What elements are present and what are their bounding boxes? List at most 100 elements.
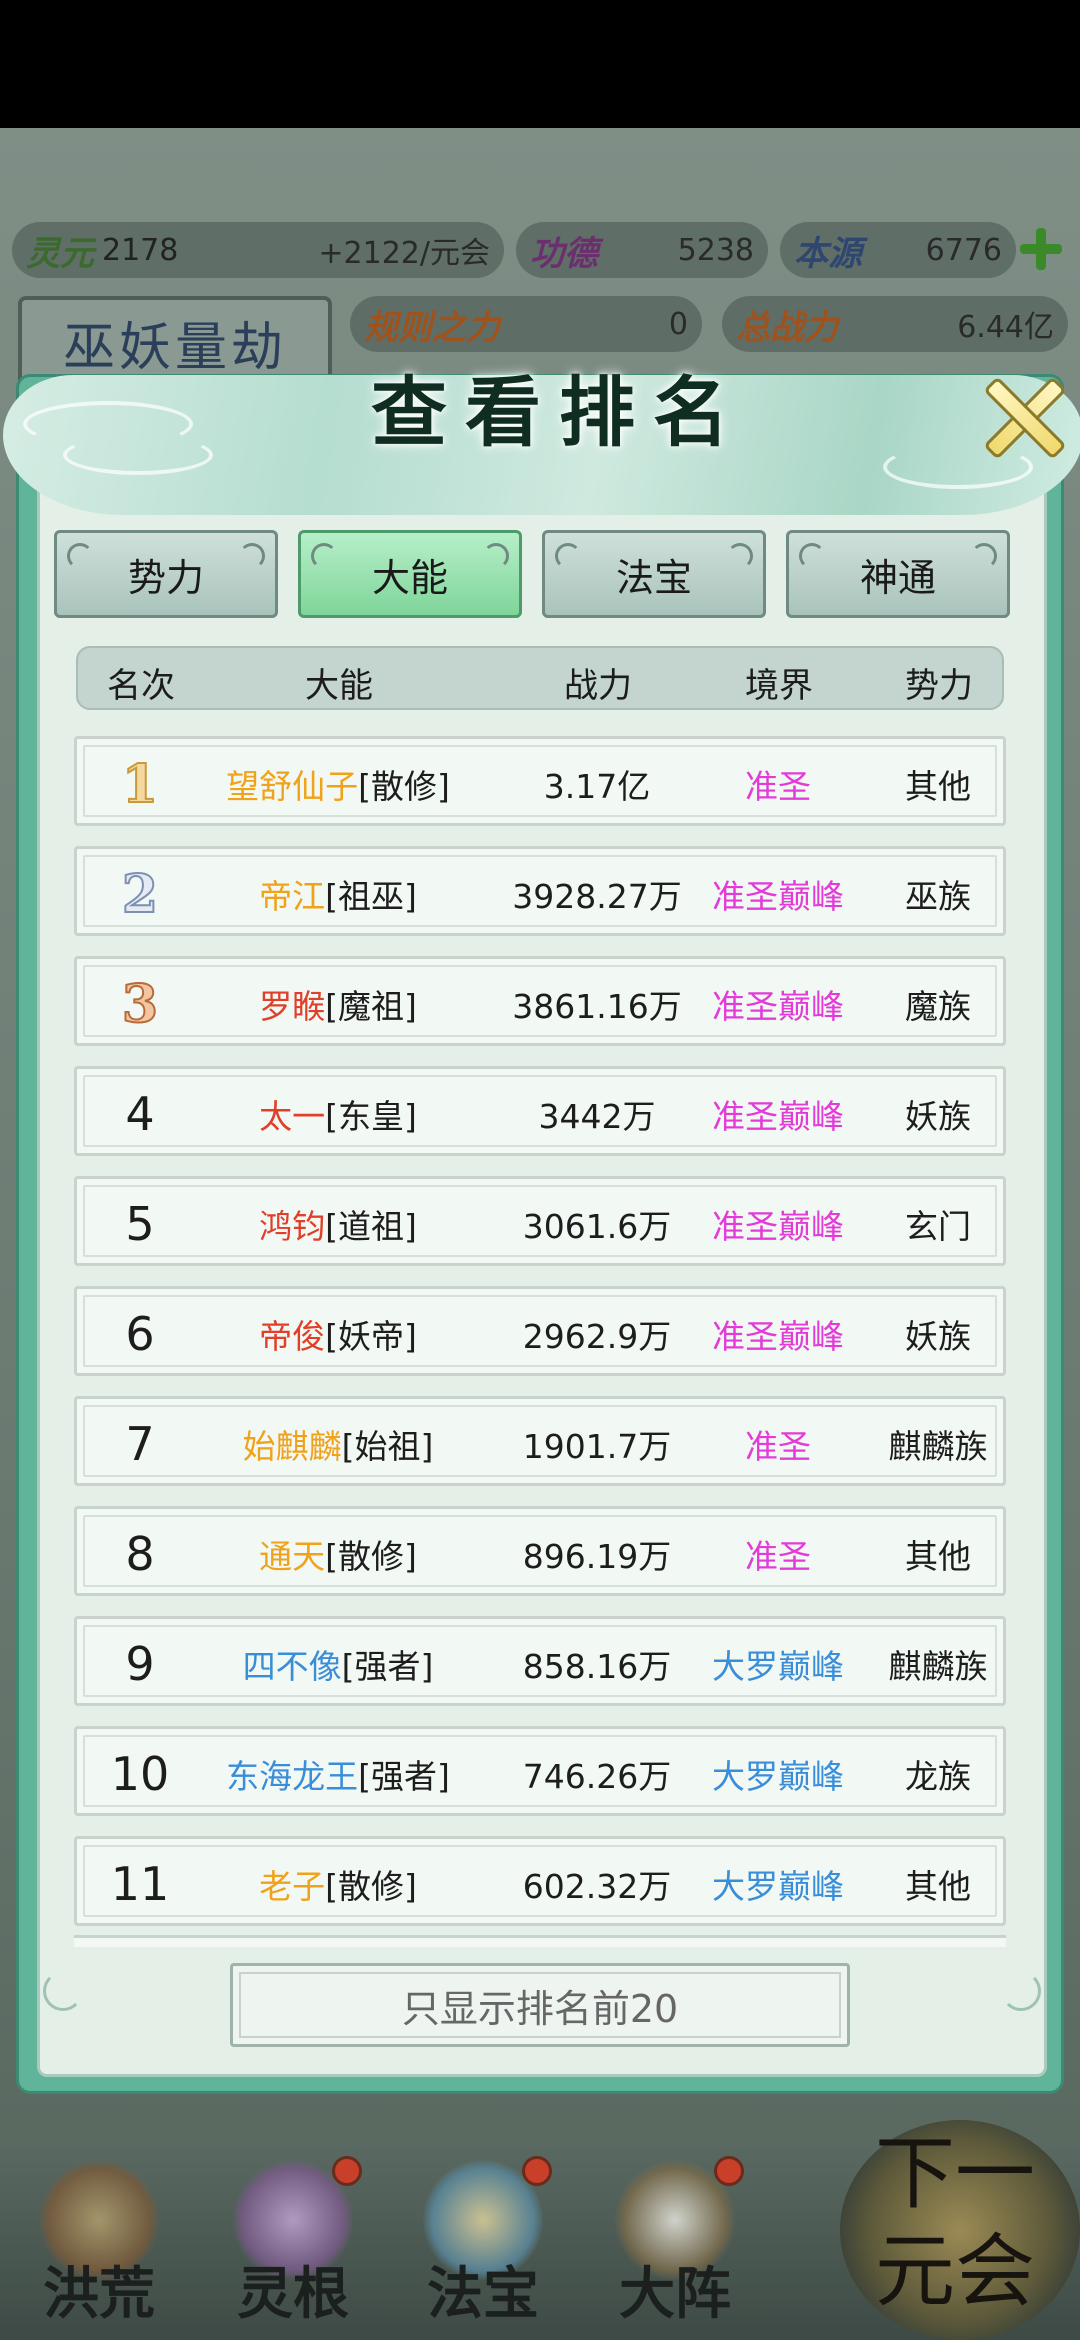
nav-honghuang[interactable]: 洪荒 [14, 2140, 184, 2340]
daneng-name: 帝俊 [259, 1317, 326, 1356]
daneng-name: 东海龙王 [226, 1757, 359, 1796]
zongzhanli-bar: 总战力 6.44亿 [722, 296, 1068, 352]
power-value: 3061.6万 [522, 1207, 672, 1246]
nav-dazhen[interactable]: 大阵 [590, 2140, 760, 2340]
table-row[interactable]: 4 太一 [东皇] 3442万 准圣巅峰 妖族 [74, 1066, 1006, 1156]
table-row[interactable]: 5 鸿钧 [道祖] 3061.6万 准圣巅峰 玄门 [74, 1176, 1006, 1266]
power-value: 896.19万 [522, 1537, 672, 1576]
nav-label: 法宝 [427, 2261, 539, 2327]
nav-fabao[interactable]: 法宝 [398, 2140, 568, 2340]
realm-value: 准圣 [745, 1427, 811, 1466]
tab-fabao[interactable]: 法宝 [542, 530, 766, 618]
add-benyuan-plus-icon[interactable] [1016, 224, 1066, 274]
zongzhanli-value: 6.44亿 [957, 310, 1054, 345]
daneng-title: [道祖] [325, 1207, 417, 1246]
guize-label: 规则之力 [364, 307, 500, 348]
faction-value: 龙族 [905, 1757, 971, 1796]
rank-number: 7 [125, 1417, 155, 1471]
nav-linggen[interactable]: 灵根 [208, 2140, 378, 2340]
power-value: 3.17亿 [543, 767, 651, 806]
realm-value: 准圣巅峰 [712, 987, 844, 1026]
ranking-tabs: 势力 大能 法宝 神通 [54, 530, 1010, 620]
realm-value: 准圣巅峰 [712, 1097, 844, 1136]
faction-value: 其他 [905, 1537, 971, 1576]
daneng-name: 通天 [259, 1537, 326, 1576]
daneng-name: 四不像 [242, 1647, 342, 1686]
daneng-name: 罗睺 [259, 987, 326, 1026]
rank-badge-silver: 2 [121, 863, 159, 926]
table-row[interactable]: 8 通天 [散修] 896.19万 准圣 其他 [74, 1506, 1006, 1596]
daneng-title: [散修] [325, 1537, 417, 1576]
daneng-title: [始祖] [341, 1427, 434, 1466]
lingyuan-value: 2178 [102, 232, 179, 268]
rank-number: 6 [125, 1307, 155, 1361]
notification-dot [332, 2156, 362, 2186]
daneng-name: 鸿钧 [259, 1207, 326, 1246]
table-row[interactable]: 9 四不像 [强者] 858.16万 大罗巅峰 麒麟族 [74, 1616, 1006, 1706]
rank-number: 5 [125, 1197, 155, 1251]
column-header-realm: 境界 [745, 666, 813, 706]
power-value: 2962.9万 [522, 1317, 672, 1356]
table-row[interactable]: 2 帝江 [祖巫] 3928.27万 准圣巅峰 巫族 [74, 846, 1006, 936]
faction-value: 玄门 [905, 1207, 971, 1246]
column-header-rank: 名次 [107, 666, 175, 706]
notification-dot [522, 2156, 552, 2186]
table-row[interactable]: 10 东海龙王 [强者] 746.26万 大罗巅峰 龙族 [74, 1726, 1006, 1816]
column-header-name: 大能 [305, 666, 373, 706]
status-bar [0, 0, 1080, 128]
faction-value: 麒麟族 [888, 1427, 988, 1466]
gongde-value: 5238 [677, 232, 754, 268]
realm-value: 大罗巅峰 [712, 1867, 844, 1906]
tab-shentong[interactable]: 神通 [786, 530, 1010, 618]
table-row[interactable]: 1 望舒仙子 [散修] 3.17亿 准圣 其他 [74, 736, 1006, 826]
faction-value: 妖族 [905, 1097, 971, 1136]
daneng-title: [魔祖] [325, 987, 417, 1026]
daneng-title: [东皇] [325, 1097, 417, 1136]
tab-shili[interactable]: 势力 [54, 530, 278, 618]
daneng-name: 望舒仙子 [226, 767, 359, 806]
zongzhanli-label: 总战力 [736, 307, 838, 348]
daneng-name: 帝江 [259, 877, 326, 916]
faction-value: 魔族 [905, 987, 971, 1026]
table-row[interactable]: 6 帝俊 [妖帝] 2962.9万 准圣巅峰 妖族 [74, 1286, 1006, 1376]
power-value: 746.26万 [522, 1757, 672, 1796]
column-header-faction: 势力 [905, 666, 973, 706]
corner-decoration [1001, 1971, 1041, 2011]
close-icon[interactable] [975, 369, 1067, 461]
next-era-label: 下一元会 [875, 2127, 1035, 2318]
benyuan-value: 6776 [925, 232, 1002, 268]
benyuan-bar: 本源 6776 [780, 222, 1016, 278]
table-row[interactable]: 11 老子 [散修] 602.32万 大罗巅峰 其他 [74, 1836, 1006, 1926]
power-value: 602.32万 [522, 1867, 672, 1906]
power-value: 3442万 [538, 1097, 656, 1136]
nav-label: 灵根 [237, 2261, 349, 2327]
dialog-title: 查看排名 [371, 368, 747, 457]
daneng-name: 老子 [259, 1867, 326, 1906]
table-row[interactable]: 7 始麒麟 [始祖] 1901.7万 准圣 麒麟族 [74, 1396, 1006, 1486]
faction-value: 妖族 [905, 1317, 971, 1356]
rank-badge-bronze: 3 [121, 973, 159, 1036]
top20-filter-button[interactable]: 只显示排名前20 [230, 1963, 850, 2047]
rank-number: 10 [110, 1747, 170, 1801]
guize-bar: 规则之力 0 [350, 296, 702, 352]
power-value: 858.16万 [522, 1647, 672, 1686]
table-row[interactable]: 3 罗睺 [魔祖] 3861.16万 准圣巅峰 魔族 [74, 956, 1006, 1046]
rank-number: 4 [125, 1087, 155, 1141]
faction-value: 麒麟族 [888, 1647, 988, 1686]
nav-label: 洪荒 [43, 2261, 155, 2327]
daneng-title: [祖巫] [325, 877, 417, 916]
realm-value: 准圣巅峰 [712, 877, 844, 916]
column-header-power: 战力 [564, 666, 632, 706]
tab-daneng[interactable]: 大能 [298, 530, 522, 618]
faction-value: 巫族 [905, 877, 971, 916]
benyuan-label: 本源 [794, 233, 862, 274]
next-row-partial [74, 1935, 1006, 1947]
rank-number: 9 [125, 1637, 155, 1691]
rank-number: 8 [125, 1527, 155, 1581]
gongde-bar: 功德 5238 [516, 222, 768, 278]
realm-value: 准圣巅峰 [712, 1207, 844, 1246]
daneng-title: [强者] [358, 1757, 450, 1796]
realm-value: 准圣 [745, 1537, 811, 1576]
realm-value: 大罗巅峰 [712, 1647, 844, 1686]
daneng-name: 太一 [259, 1097, 326, 1136]
